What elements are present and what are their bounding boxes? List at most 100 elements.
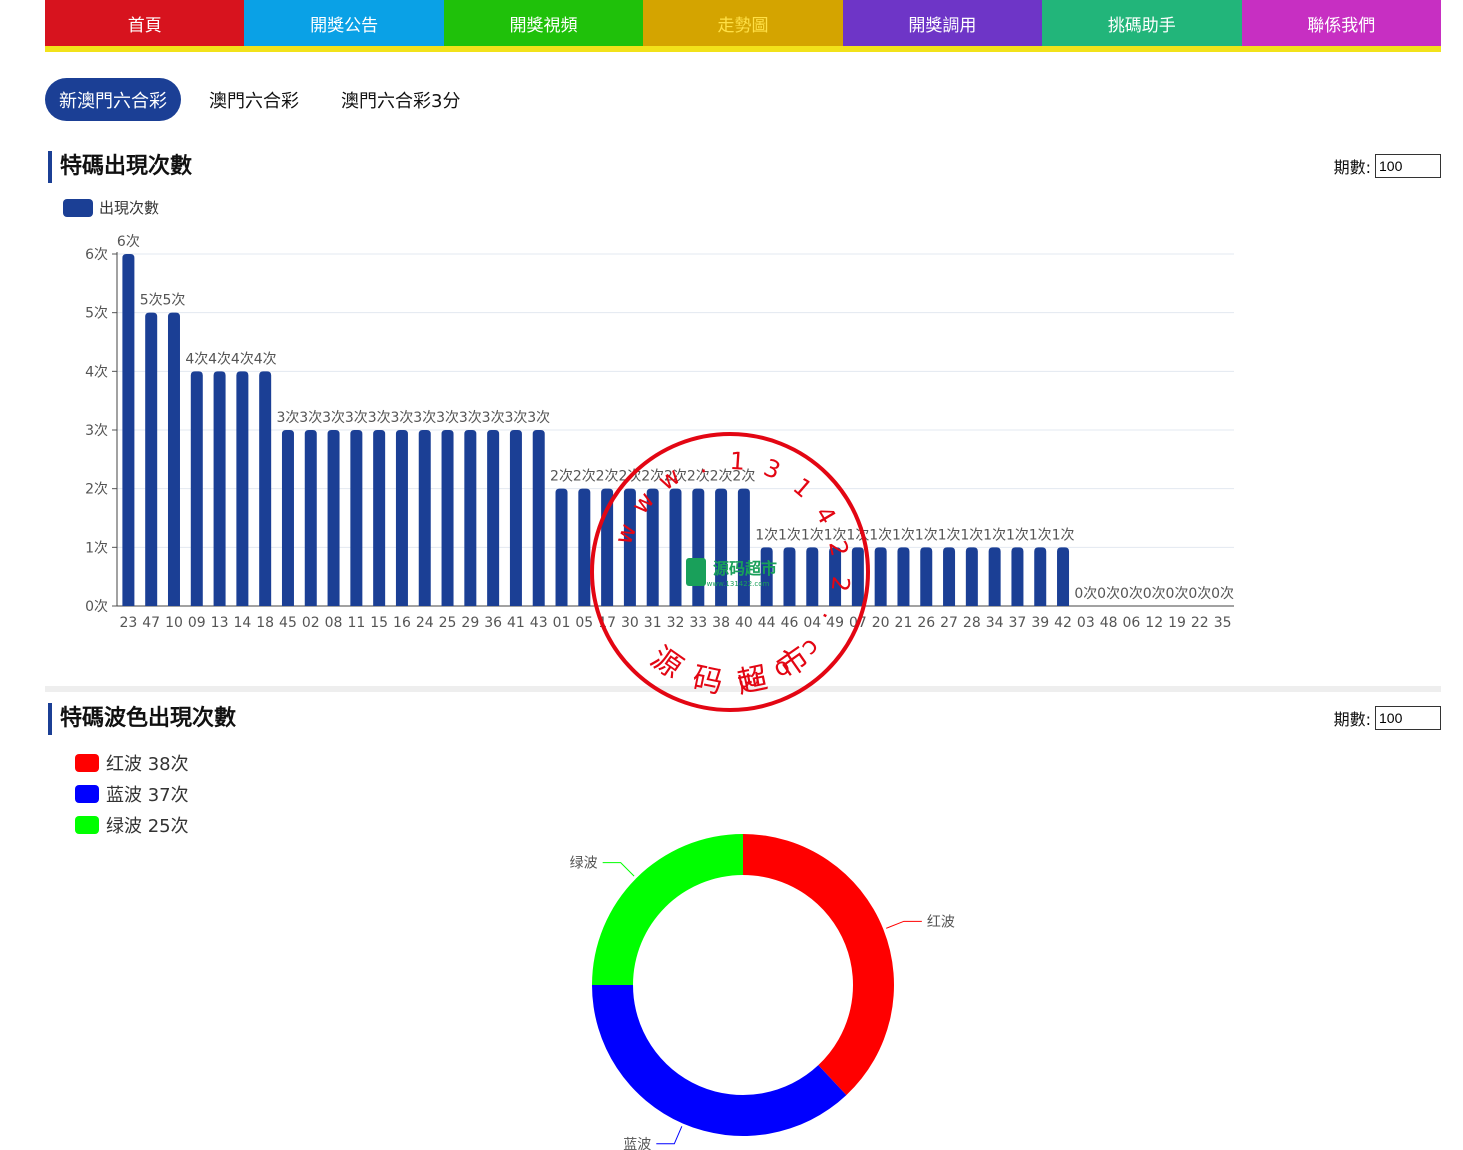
wave-legend: 红波 38次蓝波 37次绿波 25次 <box>75 747 189 840</box>
x-tick-label: 14 <box>233 615 251 631</box>
bar-34[interactable] <box>988 547 1001 606</box>
bar-37[interactable] <box>1011 547 1024 606</box>
bar-chart-legend[interactable]: 出現次數 <box>63 197 159 218</box>
bar-value-label: 5次 <box>163 293 186 309</box>
bar-value-label: 2次 <box>596 469 619 485</box>
bar-47[interactable] <box>145 312 158 606</box>
nav-item-3[interactable]: 走勢圖 <box>643 0 843 46</box>
donut-slice-2[interactable] <box>592 834 743 985</box>
bar-value-label: 1次 <box>755 527 778 543</box>
x-tick-label: 23 <box>119 615 137 631</box>
bar-49[interactable] <box>829 547 842 606</box>
stamp-name-char: 市 <box>771 640 816 686</box>
legend-label: 绿波 25次 <box>106 815 189 837</box>
bar-value-label: 3次 <box>299 410 322 426</box>
lottery-tabs: 新澳門六合彩 澳門六合彩 澳門六合彩3分 <box>45 78 488 121</box>
x-tick-label: 20 <box>872 615 890 631</box>
nav-item-1[interactable]: 開獎公告 <box>244 0 444 46</box>
bar-value-label: 1次 <box>938 527 961 543</box>
legend-label: 红波 38次 <box>106 753 189 775</box>
bar-14[interactable] <box>236 371 249 606</box>
stamp-name-char: 源 <box>644 640 689 686</box>
bar-05[interactable] <box>578 488 591 606</box>
lottery-tab-0[interactable]: 新澳門六合彩 <box>45 78 181 121</box>
wave-legend-item-0[interactable]: 红波 38次 <box>75 747 189 778</box>
x-tick-label: 29 <box>461 615 479 631</box>
donut-slice-1[interactable] <box>592 985 847 1136</box>
period-input[interactable] <box>1375 706 1441 730</box>
x-tick-label: 27 <box>940 615 958 631</box>
bar-41[interactable] <box>509 430 522 606</box>
bar-44[interactable] <box>760 547 773 606</box>
stamp-name-char: 超 <box>734 661 770 701</box>
y-tick-label: 1次 <box>85 540 108 556</box>
bar-43[interactable] <box>532 430 545 606</box>
bar-20[interactable] <box>874 547 887 606</box>
bar-42[interactable] <box>1057 547 1070 606</box>
nav-item-4[interactable]: 開獎調用 <box>842 0 1043 46</box>
donut-slice-0[interactable] <box>743 834 895 1096</box>
period-input[interactable] <box>1375 154 1441 178</box>
bar-17[interactable] <box>601 488 614 606</box>
bar-33[interactable] <box>692 488 705 606</box>
bar-23[interactable] <box>122 254 135 606</box>
bar-value-label: 1次 <box>1052 527 1075 543</box>
badge-file-icon <box>686 558 706 586</box>
bar-value-label: 3次 <box>390 410 413 426</box>
x-tick-label: 10 <box>165 615 183 631</box>
bar-16[interactable] <box>395 430 408 606</box>
x-tick-label: 28 <box>963 615 981 631</box>
bar-36[interactable] <box>487 430 500 606</box>
nav-item-2[interactable]: 開獎視頻 <box>443 0 644 46</box>
bar-13[interactable] <box>213 371 226 606</box>
nav-item-5[interactable]: 挑碼助手 <box>1042 0 1242 46</box>
stamp-name-char: 码 <box>689 661 725 701</box>
nav-item-6[interactable]: 聯係我們 <box>1241 0 1441 46</box>
bar-value-label: 3次 <box>482 410 505 426</box>
lottery-tab-2[interactable]: 澳門六合彩3分 <box>327 78 474 121</box>
bar-38[interactable] <box>715 488 728 606</box>
bar-08[interactable] <box>327 430 340 606</box>
nav-item-0[interactable]: 首頁 <box>45 0 245 46</box>
bar-value-label: 1次 <box>983 527 1006 543</box>
x-tick-label: 49 <box>826 615 844 631</box>
x-tick-label: 39 <box>1031 615 1049 631</box>
bar-07[interactable] <box>851 547 864 606</box>
bar-45[interactable] <box>281 430 294 606</box>
bar-21[interactable] <box>897 547 910 606</box>
bar-25[interactable] <box>441 430 454 606</box>
bar-29[interactable] <box>464 430 477 606</box>
bar-09[interactable] <box>190 371 203 606</box>
stamp-url-char: 1 <box>729 447 746 476</box>
wave-legend-item-2[interactable]: 绿波 25次 <box>75 809 189 840</box>
bar-27[interactable] <box>943 547 956 606</box>
bar-04[interactable] <box>806 547 819 606</box>
bar-31[interactable] <box>646 488 659 606</box>
bar-39[interactable] <box>1034 547 1047 606</box>
bar-value-label: 1次 <box>892 527 915 543</box>
x-tick-label: 09 <box>188 615 206 631</box>
bar-18[interactable] <box>259 371 272 606</box>
bar-01[interactable] <box>555 488 568 606</box>
bar-40[interactable] <box>737 488 750 606</box>
x-tick-label: 38 <box>712 615 730 631</box>
bar-28[interactable] <box>965 547 978 606</box>
x-tick-label: 22 <box>1191 615 1209 631</box>
bar-10[interactable] <box>167 312 180 606</box>
bar-24[interactable] <box>418 430 431 606</box>
y-tick-label: 5次 <box>85 306 108 322</box>
stamp-url-char: w <box>654 462 686 496</box>
slice-label: 蓝波 <box>623 1137 651 1150</box>
wave-legend-item-1[interactable]: 蓝波 37次 <box>75 778 189 809</box>
lottery-tab-1[interactable]: 澳門六合彩 <box>195 78 313 121</box>
bar-02[interactable] <box>304 430 317 606</box>
bar-11[interactable] <box>350 430 363 606</box>
bar-46[interactable] <box>783 547 796 606</box>
stamp-ring <box>590 432 870 712</box>
bar-32[interactable] <box>669 488 682 606</box>
bar-30[interactable] <box>623 488 636 606</box>
stamp-center-badge: 源码超市 www.131422.com <box>686 558 777 588</box>
bar-26[interactable] <box>920 547 933 606</box>
bar-15[interactable] <box>373 430 386 606</box>
bar-value-label: 0次 <box>1166 586 1189 602</box>
